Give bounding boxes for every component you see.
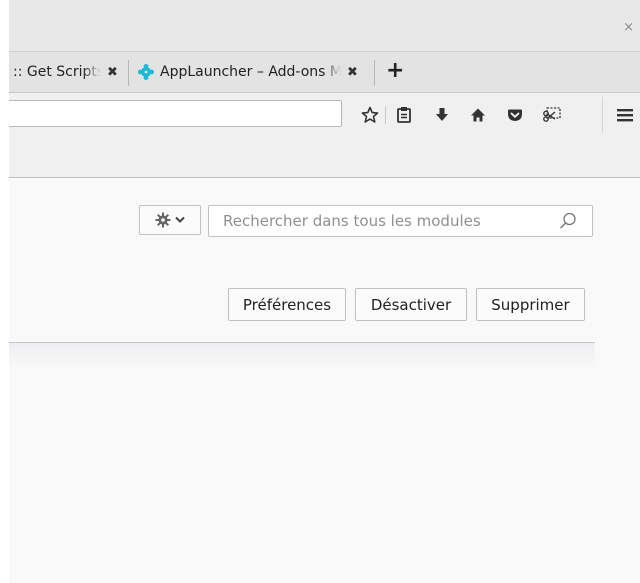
preferences-button[interactable]: Préférences: [228, 288, 346, 321]
puzzle-piece-icon: [138, 64, 154, 80]
screenshot-icon[interactable]: [541, 104, 563, 126]
gear-icon: [155, 212, 170, 228]
remove-button[interactable]: Supprimer: [476, 288, 585, 321]
disable-button[interactable]: Désactiver: [355, 288, 467, 321]
toolbar-divider: [385, 106, 386, 124]
star-icon[interactable]: [359, 104, 381, 126]
tab-addons-manager[interactable]: AppLauncher – Add-ons Manager ✖: [134, 52, 374, 92]
url-bar[interactable]: [7, 100, 342, 127]
tab-title: :: Get Scripts: [13, 64, 101, 80]
detail-shadow: [9, 343, 595, 369]
new-tab-button[interactable]: +: [386, 58, 404, 84]
download-icon[interactable]: [431, 104, 453, 126]
pocket-icon[interactable]: [504, 104, 526, 126]
window-close-button[interactable]: ×: [623, 21, 634, 35]
tab-separator: [374, 60, 375, 86]
reading-list-icon[interactable]: [393, 104, 415, 126]
tab-separator: [128, 60, 129, 86]
hamburger-menu-icon[interactable]: [614, 104, 636, 126]
tab-close-button[interactable]: ✖: [347, 65, 358, 80]
tab-strip: :: Get Scripts ✖ AppLauncher – Add-ons M…: [9, 52, 640, 93]
chevron-down-icon: [174, 216, 185, 223]
tab-title: AppLauncher – Add-ons Manager: [160, 64, 341, 80]
addons-search-input[interactable]: [208, 205, 593, 237]
navigation-toolbar: [7, 93, 640, 137]
home-icon[interactable]: [467, 104, 489, 126]
tools-menu-button[interactable]: [139, 205, 201, 235]
title-bar: ×: [9, 0, 640, 52]
search-icon[interactable]: [558, 211, 578, 231]
toolbar-separator: [602, 97, 603, 133]
window-left-edge: [0, 0, 9, 583]
addons-manager-content: Préférences Désactiver Supprimer: [9, 178, 640, 583]
bookmarks-toolbar: [9, 137, 640, 178]
tab-get-scripts[interactable]: :: Get Scripts ✖: [13, 52, 126, 92]
tab-close-button[interactable]: ✖: [107, 65, 118, 80]
